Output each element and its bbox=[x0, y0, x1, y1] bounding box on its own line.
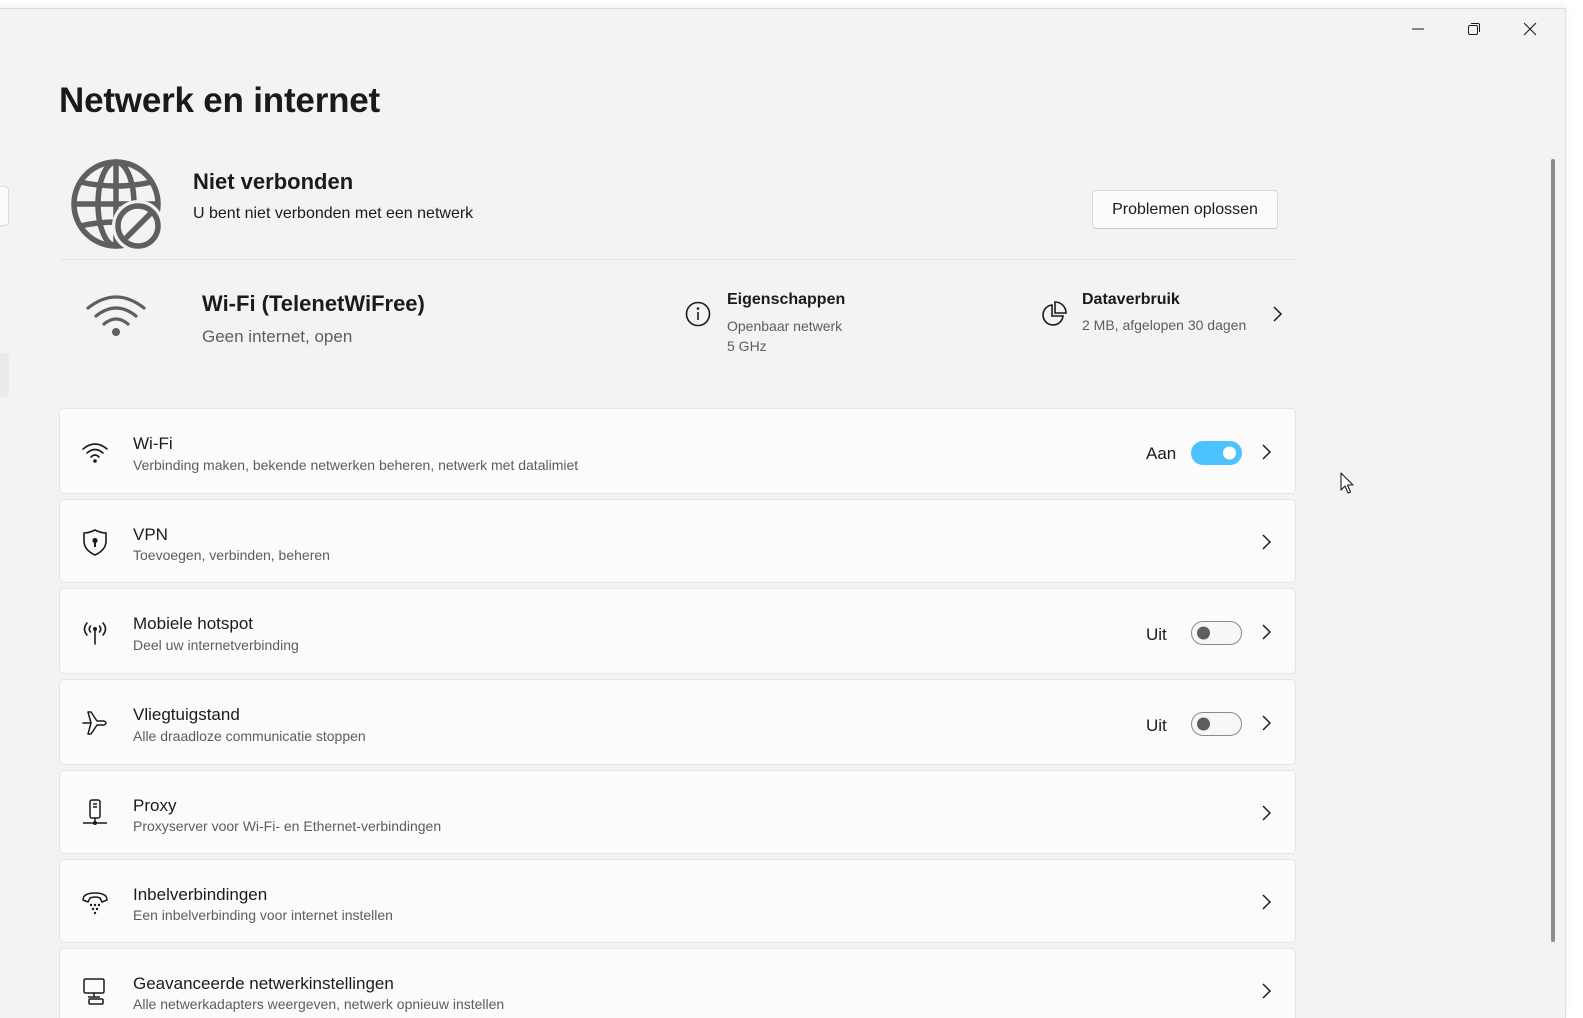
pie-chart-icon[interactable] bbox=[1040, 300, 1068, 328]
toggle-state-label: Uit bbox=[1146, 716, 1167, 735]
connection-status-subtitle: U bent niet verbonden met een netwerk bbox=[193, 205, 474, 222]
toggle-knob bbox=[1223, 446, 1236, 460]
chevron-right-icon[interactable] bbox=[1257, 443, 1275, 461]
toggle-state-label: Aan bbox=[1146, 444, 1177, 463]
setting-card-advanced[interactable]: Geavanceerde netwerkinstellingen Alle ne… bbox=[59, 948, 1296, 1018]
chevron-right-icon[interactable] bbox=[1257, 623, 1275, 641]
setting-subtitle: Proxyserver voor Wi-Fi- en Ethernet-verb… bbox=[133, 818, 442, 834]
nav-search-edge[interactable] bbox=[0, 186, 9, 226]
setting-title: Proxy bbox=[133, 796, 177, 815]
setting-subtitle: Alle netwerkadapters weergeven, netwerk … bbox=[133, 996, 505, 1012]
restore-icon bbox=[1468, 23, 1480, 35]
globe-blocked-icon bbox=[71, 159, 164, 252]
chevron-right-icon[interactable] bbox=[1257, 982, 1275, 1000]
troubleshoot-button[interactable]: Problemen oplossen bbox=[1092, 190, 1278, 229]
wifi-toggle[interactable] bbox=[1191, 441, 1242, 465]
setting-title: Inbelverbindingen bbox=[133, 885, 268, 904]
hotspot-icon bbox=[83, 622, 107, 645]
properties-link[interactable]: Eigenschappen bbox=[727, 291, 845, 309]
minimize-icon bbox=[1412, 28, 1424, 30]
nav-selected-item-edge[interactable] bbox=[0, 353, 9, 397]
setting-subtitle: Toevoegen, verbinden, beheren bbox=[133, 547, 330, 563]
chevron-right-icon[interactable] bbox=[1268, 305, 1286, 323]
wifi-icon bbox=[86, 295, 146, 336]
setting-card-proxy[interactable]: Proxy Proxyserver voor Wi-Fi- en Etherne… bbox=[59, 770, 1296, 854]
chevron-right-icon[interactable] bbox=[1257, 893, 1275, 911]
setting-title: Geavanceerde netwerkinstellingen bbox=[133, 974, 394, 993]
connection-status-title: Niet verbonden bbox=[193, 169, 354, 194]
setting-title: Vliegtuigstand bbox=[133, 705, 240, 724]
restore-button[interactable] bbox=[1446, 9, 1502, 49]
setting-card-wifi[interactable]: Wi-Fi Verbinding maken, bekende netwerke… bbox=[59, 408, 1296, 494]
shield-icon bbox=[83, 529, 107, 556]
setting-card-vpn[interactable]: VPN Toevoegen, verbinden, beheren bbox=[59, 499, 1296, 583]
airplane-toggle[interactable] bbox=[1191, 712, 1242, 736]
setting-card-dialup[interactable]: Inbelverbindingen Een inbelverbinding vo… bbox=[59, 859, 1296, 943]
dialup-icon bbox=[82, 892, 108, 915]
advanced-network-icon bbox=[83, 978, 105, 1005]
page-title: Netwerk en internet bbox=[59, 81, 381, 120]
chevron-right-icon[interactable] bbox=[1257, 533, 1275, 551]
minimize-button[interactable] bbox=[1390, 9, 1446, 49]
toggle-knob bbox=[1197, 717, 1210, 731]
wifi-icon bbox=[82, 443, 108, 463]
hotspot-toggle[interactable] bbox=[1191, 621, 1242, 645]
toggle-state-label: Uit bbox=[1146, 625, 1167, 644]
properties-band: 5 GHz bbox=[727, 338, 767, 354]
setting-title: VPN bbox=[133, 525, 168, 544]
setting-subtitle: Deel uw internetverbinding bbox=[133, 637, 299, 653]
setting-subtitle: Verbinding maken, bekende netwerken behe… bbox=[133, 457, 579, 473]
close-icon bbox=[1523, 22, 1537, 36]
toggle-knob bbox=[1197, 626, 1210, 640]
setting-title: Wi-Fi bbox=[133, 434, 173, 453]
data-usage-subtitle: 2 MB, afgelopen 30 dagen bbox=[1082, 317, 1247, 333]
chevron-right-icon[interactable] bbox=[1257, 804, 1275, 822]
scrollbar[interactable] bbox=[1551, 159, 1555, 942]
mouse-cursor-icon bbox=[1340, 472, 1354, 494]
properties-network-type: Openbaar netwerk bbox=[727, 318, 843, 334]
setting-title: Mobiele hotspot bbox=[133, 614, 254, 633]
setting-subtitle: Alle draadloze communicatie stoppen bbox=[133, 728, 366, 744]
network-status: Geen internet, open bbox=[202, 327, 353, 346]
network-name: Wi-Fi (TelenetWiFree) bbox=[202, 291, 425, 316]
airplane-icon bbox=[82, 711, 107, 735]
proxy-icon bbox=[83, 799, 107, 825]
close-button[interactable] bbox=[1502, 9, 1558, 49]
data-usage-link[interactable]: Dataverbruik bbox=[1082, 291, 1180, 309]
settings-window: Netwerk en internet Niet verbonden U ben… bbox=[0, 8, 1566, 1018]
info-icon[interactable] bbox=[684, 300, 712, 328]
setting-card-hotspot[interactable]: Mobiele hotspot Deel uw internetverbindi… bbox=[59, 588, 1296, 674]
chevron-right-icon[interactable] bbox=[1257, 714, 1275, 732]
setting-card-airplane[interactable]: Vliegtuigstand Alle draadloze communicat… bbox=[59, 679, 1296, 765]
setting-subtitle: Een inbelverbinding voor internet instel… bbox=[133, 907, 393, 923]
divider bbox=[60, 259, 1296, 260]
